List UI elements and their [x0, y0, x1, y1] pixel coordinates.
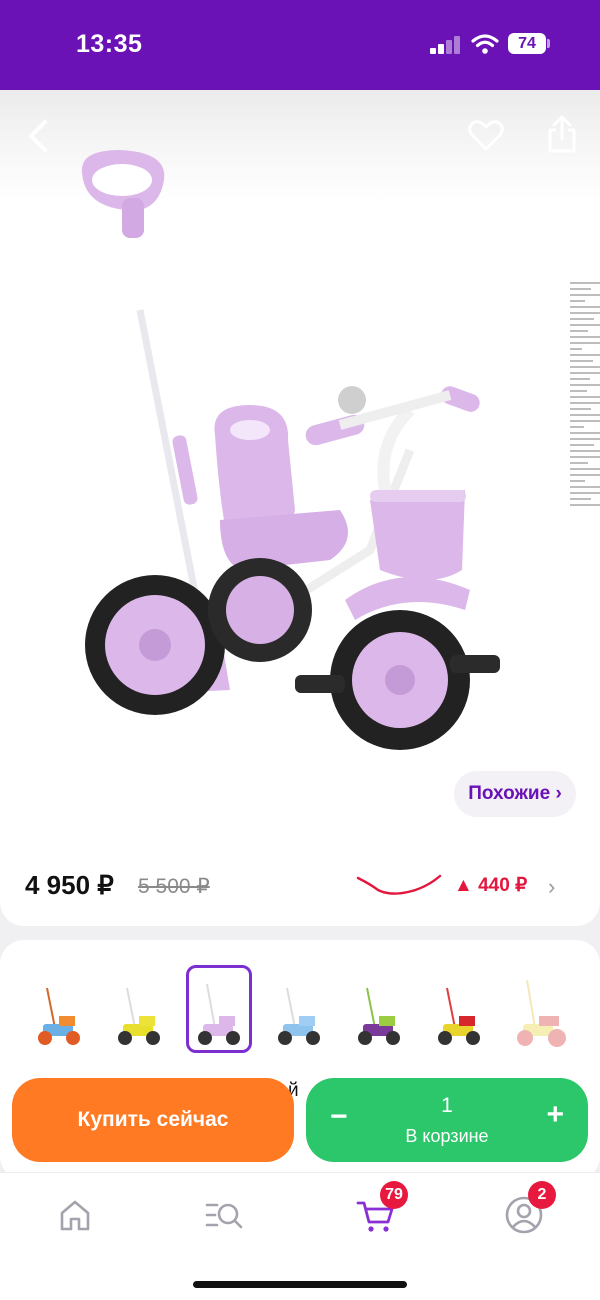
tab-home[interactable] — [55, 1195, 95, 1235]
buy-now-button[interactable]: Купить сейчас — [12, 1078, 294, 1162]
product-image-tricycle — [81, 150, 500, 750]
variant-blue-orange[interactable] — [26, 965, 92, 1053]
battery-indicator: 74 — [508, 33, 546, 54]
current-price: 4 950 ₽ — [25, 870, 114, 900]
profile-notification-badge: 2 — [528, 1181, 556, 1209]
back-button[interactable] — [16, 114, 60, 158]
tab-catalog[interactable] — [204, 1195, 244, 1235]
chevron-right-icon: › — [548, 874, 556, 899]
variant-light-blue[interactable] — [266, 965, 332, 1053]
assembly-manual-preview — [570, 278, 600, 628]
home-indicator — [193, 1281, 407, 1288]
cellular-signal-icon — [430, 36, 462, 54]
increase-quantity-button[interactable]: + — [546, 1098, 564, 1132]
cart-count-badge: 79 — [380, 1181, 408, 1209]
price-history-sparkline — [356, 874, 442, 895]
tab-profile[interactable]: 2 — [504, 1181, 556, 1235]
variant-pink-selected[interactable] — [186, 965, 252, 1053]
price-change: ▲ 440 ₽ — [454, 875, 528, 896]
chevron-left-icon — [29, 120, 47, 152]
price-card[interactable]: 4 950 ₽ 5 500 ₽ ▲ 440 ₽ › — [0, 840, 600, 926]
heart-icon — [468, 120, 504, 151]
bottom-tab-bar: 79 2 — [0, 1172, 600, 1300]
catalog-search-icon — [205, 1203, 243, 1229]
variant-yellow[interactable] — [106, 965, 172, 1053]
tab-cart[interactable]: 79 — [356, 1181, 408, 1235]
wifi-icon — [471, 34, 499, 54]
share-icon — [548, 115, 576, 153]
cart-quantity-control: − 1 В корзине + — [306, 1078, 588, 1162]
favorite-button[interactable] — [464, 114, 508, 158]
old-price: 5 500 ₽ — [138, 875, 210, 898]
status-bar: 13:35 74 — [0, 0, 600, 90]
variant-green-purple[interactable] — [346, 965, 412, 1053]
status-time: 13:35 — [76, 30, 143, 58]
product-image-gallery[interactable]: Похожие › — [0, 90, 600, 850]
similar-products-button[interactable]: Похожие › — [454, 771, 576, 817]
share-button[interactable] — [540, 112, 584, 156]
battery-tip — [547, 39, 550, 48]
home-icon — [60, 1200, 90, 1231]
variant-red-yellow[interactable] — [426, 965, 492, 1053]
variant-red-yellow-alt[interactable] — [506, 965, 572, 1053]
